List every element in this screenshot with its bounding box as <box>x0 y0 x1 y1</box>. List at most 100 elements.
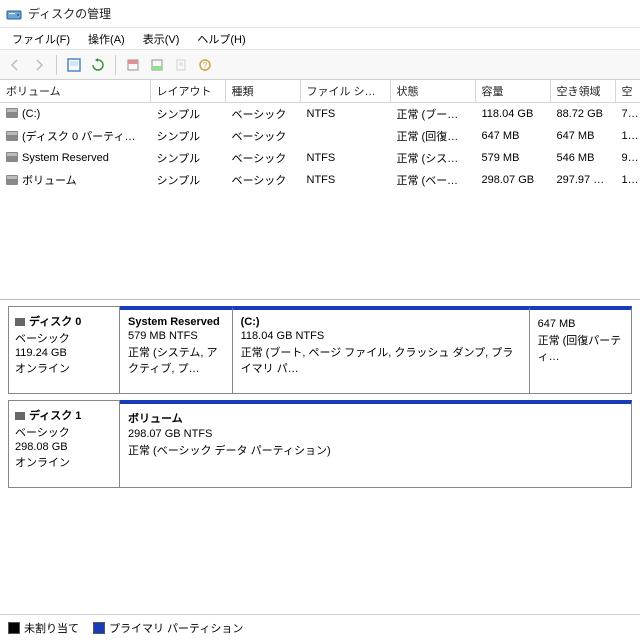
col-layout[interactable]: レイアウト <box>150 80 225 103</box>
partition-status: 正常 (システム, アクティブ, プ… <box>128 344 224 376</box>
window-title: ディスクの管理 <box>28 5 111 22</box>
col-pct[interactable]: 空 <box>615 80 640 103</box>
toolbar-separator <box>115 55 116 75</box>
disk-header[interactable]: ディスク 0ベーシック119.24 GBオンライン <box>8 306 120 394</box>
swatch-primary-icon <box>93 622 105 634</box>
partition-title: ボリューム <box>128 410 623 426</box>
cell-fs: NTFS <box>300 169 390 191</box>
cell-type: ベーシック <box>225 125 300 147</box>
cell-layout: シンプル <box>150 125 225 147</box>
cell-fs: NTFS <box>300 147 390 169</box>
disk-type: ベーシック <box>15 330 113 346</box>
cell-pct: 94 <box>615 147 640 169</box>
partition-status: 正常 (ブート, ページ ファイル, クラッシュ ダンプ, プライマリ パ… <box>241 344 521 376</box>
view-bottom-button[interactable] <box>146 54 168 76</box>
disk-status: オンライン <box>15 454 113 470</box>
partition-size: 118.04 GB NTFS <box>241 330 521 342</box>
partition-size: 579 MB NTFS <box>128 330 224 342</box>
menu-help[interactable]: ヘルプ(H) <box>189 29 253 49</box>
cell-pct: 75 <box>615 103 640 126</box>
partition-size: 298.07 GB NTFS <box>128 428 623 440</box>
cell-type: ベーシック <box>225 147 300 169</box>
cell-status: 正常 (回復… <box>390 125 475 147</box>
disk-name: ディスク 0 <box>15 313 113 329</box>
back-button <box>4 54 26 76</box>
cell-free: 297.97 GB <box>550 169 615 191</box>
col-free[interactable]: 空き領域 <box>550 80 615 103</box>
col-status[interactable]: 状態 <box>390 80 475 103</box>
col-filesystem[interactable]: ファイル システム <box>300 80 390 103</box>
column-header-row: ボリューム レイアウト 種類 ファイル システム 状態 容量 空き領域 空 <box>0 80 640 103</box>
view-top-button[interactable] <box>122 54 144 76</box>
disk-icon <box>15 318 25 326</box>
titlebar: ディスクの管理 <box>0 0 640 28</box>
cell-fs: NTFS <box>300 103 390 126</box>
cell-free: 546 MB <box>550 147 615 169</box>
disk-body: System Reserved 579 MB NTFS 正常 (システム, アクティ… <box>120 306 632 394</box>
volume-icon <box>6 152 18 162</box>
legend-primary: プライマリ パーティション <box>93 620 243 636</box>
col-capacity[interactable]: 容量 <box>475 80 550 103</box>
cell-capacity: 298.07 GB <box>475 169 550 191</box>
disk-name: ディスク 1 <box>15 407 113 423</box>
col-volume[interactable]: ボリューム <box>0 80 150 103</box>
legend: 未割り当て プライマリ パーティション <box>0 614 640 640</box>
cell-layout: シンプル <box>150 169 225 191</box>
disk-row: ディスク 1ベーシック298.08 GBオンラインボリューム298.07 GB … <box>8 400 632 488</box>
cell-status: 正常 (ブート… <box>390 103 475 126</box>
cell-volume: (ディスク 0 パーティショ… <box>22 131 150 143</box>
partition-status: 正常 (ベーシック データ パーティション) <box>128 442 623 458</box>
partition[interactable]: 647 MB 正常 (回復パーティ… <box>530 306 632 394</box>
disk-status: オンライン <box>15 360 113 376</box>
disk-capacity: 298.08 GB <box>15 441 113 453</box>
volume-table: ボリューム レイアウト 種類 ファイル システム 状態 容量 空き領域 空 (C… <box>0 80 640 191</box>
partition-title: System Reserved <box>128 316 224 328</box>
disk-header[interactable]: ディスク 1ベーシック298.08 GBオンライン <box>8 400 120 488</box>
cell-volume: (C:) <box>22 108 40 120</box>
cell-capacity: 579 MB <box>475 147 550 169</box>
partition[interactable]: System Reserved 579 MB NTFS 正常 (システム, アクティ… <box>120 306 233 394</box>
volume-icon <box>6 131 18 141</box>
swatch-unallocated-icon <box>8 622 20 634</box>
legend-unallocated-label: 未割り当て <box>24 623 79 635</box>
disk-capacity: 119.24 GB <box>15 347 113 359</box>
menu-view[interactable]: 表示(V) <box>135 29 188 49</box>
partition[interactable]: (C:)118.04 GB NTFS正常 (ブート, ページ ファイル, クラッ… <box>233 306 530 394</box>
toolbar-separator <box>56 55 57 75</box>
table-row[interactable]: System Reserved シンプルベーシックNTFS正常 (シス…579 M… <box>0 147 640 169</box>
legend-unallocated: 未割り当て <box>8 620 79 636</box>
cell-fs <box>300 125 390 147</box>
cell-capacity: 647 MB <box>475 125 550 147</box>
disk-management-window: ディスクの管理 ファイル(F) 操作(A) 表示(V) ヘルプ(H) ? ボリュ <box>0 0 640 640</box>
disk-icon <box>15 412 25 420</box>
disk-body: ボリューム 298.07 GB NTFS 正常 (ベーシック データ パーティション… <box>120 400 632 488</box>
volume-icon <box>6 175 18 185</box>
app-icon <box>6 6 22 22</box>
volume-icon <box>6 108 18 118</box>
legend-primary-label: プライマリ パーティション <box>109 623 243 635</box>
refresh-button[interactable] <box>87 54 109 76</box>
table-row[interactable]: (C:)シンプルベーシックNTFS正常 (ブート…118.04 GB88.72 … <box>0 103 640 126</box>
cell-volume: ボリューム <box>22 175 77 187</box>
cell-pct: 100 <box>615 169 640 191</box>
table-row[interactable]: ボリュームシンプルベーシックNTFS正常 (ベーシ…298.07 GB297.9… <box>0 169 640 191</box>
menu-action[interactable]: 操作(A) <box>80 29 133 49</box>
cell-capacity: 118.04 GB <box>475 103 550 126</box>
refresh-large-button[interactable] <box>63 54 85 76</box>
cell-status: 正常 (シス… <box>390 147 475 169</box>
cell-free: 88.72 GB <box>550 103 615 126</box>
help-button[interactable]: ? <box>194 54 216 76</box>
cell-layout: シンプル <box>150 103 225 126</box>
partition-size: 647 MB <box>538 318 623 330</box>
cell-layout: シンプル <box>150 147 225 169</box>
table-row[interactable]: (ディスク 0 パーティショ…シンプルベーシック正常 (回復…647 MB647… <box>0 125 640 147</box>
col-type[interactable]: 種類 <box>225 80 300 103</box>
disk-type: ベーシック <box>15 424 113 440</box>
partition-status: 正常 (回復パーティ… <box>538 332 623 364</box>
menu-file[interactable]: ファイル(F) <box>4 29 78 49</box>
forward-button <box>28 54 50 76</box>
toolbar: ? <box>0 50 640 80</box>
cell-free: 647 MB <box>550 125 615 147</box>
partition[interactable]: ボリューム 298.07 GB NTFS 正常 (ベーシック データ パーティション… <box>120 400 632 488</box>
cell-volume: System Reserved <box>22 152 109 164</box>
